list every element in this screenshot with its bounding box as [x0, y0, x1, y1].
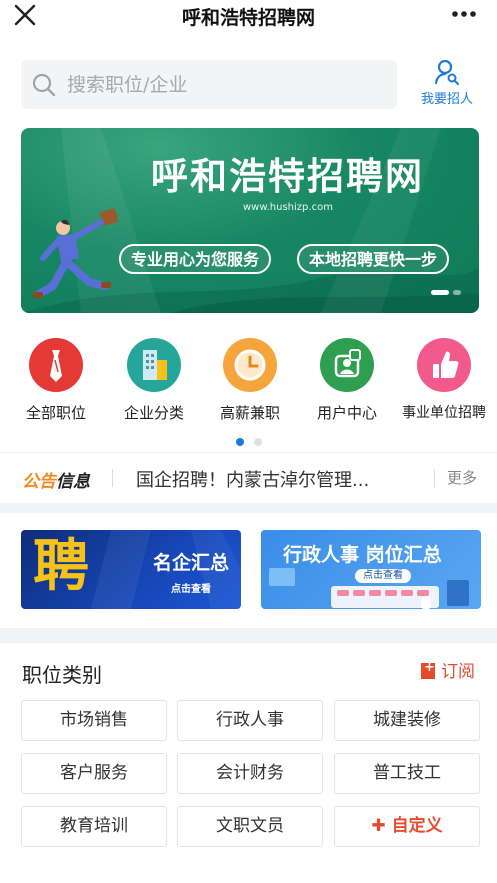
subscribe-label: 订阅	[441, 662, 475, 682]
job-tag[interactable]: 教育培训	[21, 806, 167, 847]
top-bar: 呼和浩特招聘网	[0, 0, 497, 30]
custom-tag-button[interactable]: ✚ 自定义	[334, 806, 480, 847]
promo-famous-companies[interactable]: 聘 名企汇总 点击查看	[21, 530, 241, 609]
category-label: 高薪兼职	[219, 404, 280, 422]
notice-logo: 公告信息	[22, 472, 90, 492]
category-label: 用户中心	[316, 404, 377, 422]
job-tag[interactable]: 行政人事	[177, 700, 323, 741]
job-categories-section: 职位类别 订阅 市场销售 行政人事 城建装修 客户服务 会计财务 普工技工 教育…	[0, 643, 497, 883]
search-bar[interactable]	[21, 60, 397, 109]
job-tag[interactable]: 市场销售	[21, 700, 167, 741]
job-tag[interactable]: 客户服务	[21, 753, 167, 794]
building-icon	[127, 338, 181, 392]
category-public-institutions[interactable]: 事业单位招聘	[396, 338, 492, 422]
search-input[interactable]	[67, 68, 387, 101]
banner-url: www.hushizp.com	[243, 202, 333, 213]
banner-pager	[427, 282, 461, 301]
promo-admin-hr[interactable]: 行政人事 岗位汇总 点击查看	[261, 530, 481, 609]
category-all-jobs[interactable]: 全部职位	[8, 338, 104, 423]
promo-sub: 点击查看	[171, 584, 211, 595]
more-options-icon[interactable]	[451, 4, 477, 24]
banner-slogan-left: 专业用心为您服务	[119, 244, 272, 274]
category-pager-dot[interactable]	[253, 438, 262, 446]
banner-dot-active[interactable]	[431, 290, 449, 295]
bookmark-icon	[421, 660, 435, 679]
divider	[112, 469, 113, 487]
category-label: 事业单位招聘	[402, 405, 486, 421]
category-label: 企业分类	[123, 404, 184, 422]
mobile-screen: 呼和浩特招聘网 我要招人	[0, 0, 497, 883]
thumbs-up-icon	[417, 338, 471, 392]
promo-title: 行政人事 岗位汇总	[283, 544, 442, 566]
search-icon	[32, 73, 56, 97]
category-pager-dot-active[interactable]	[235, 438, 244, 446]
category-user-center[interactable]: 用户中心	[299, 338, 395, 423]
job-tag[interactable]: 城建装修	[334, 700, 480, 741]
notice-bar[interactable]: 公告信息 国企招聘！内蒙古淖尔管理... 更多	[0, 452, 497, 502]
banner-slogan-right: 本地招聘更快一步	[297, 244, 450, 274]
clock-icon	[223, 338, 277, 392]
category-parttime[interactable]: 高薪兼职	[202, 338, 298, 423]
job-tag[interactable]: 会计财务	[177, 753, 323, 794]
subscribe-button[interactable]: 订阅	[421, 657, 475, 682]
category-pager	[0, 431, 497, 450]
section-gap	[0, 503, 497, 513]
category-companies[interactable]: 企业分类	[106, 338, 202, 423]
promo-banner[interactable]: 呼和浩特招聘网 www.hushizp.com 专业用心为您服务 本地招聘更快一…	[21, 128, 479, 313]
header-spacer	[0, 30, 497, 60]
banner-dot[interactable]	[453, 290, 461, 295]
tie-icon	[29, 338, 83, 392]
notice-text[interactable]: 国企招聘！内蒙古淖尔管理...	[136, 466, 369, 492]
banner-title: 呼和浩特招聘网	[151, 155, 424, 198]
notice-more-link[interactable]: 更多	[447, 467, 477, 488]
user-center-icon	[320, 338, 374, 392]
promo-title: 名企汇总	[153, 552, 230, 574]
job-tag[interactable]: 文职文员	[177, 806, 323, 847]
recruit-user-icon	[434, 59, 459, 85]
category-label: 全部职位	[25, 404, 86, 422]
section-title: 职位类别	[22, 663, 102, 687]
job-tag[interactable]: 普工技工	[334, 753, 480, 794]
promo-sub: 点击查看	[355, 569, 411, 583]
divider	[434, 469, 435, 487]
section-gap	[0, 628, 497, 643]
promo-big-char: 聘	[33, 534, 89, 599]
page-title: 呼和浩特招聘网	[181, 7, 315, 29]
category-nav: 全部职位 企业分类 高薪兼职 用户中心 事业单位招聘	[0, 338, 497, 424]
businessman-illustration	[33, 208, 119, 298]
recruit-label: 我要招人	[420, 92, 473, 107]
recruit-button[interactable]: 我要招人	[414, 58, 480, 112]
